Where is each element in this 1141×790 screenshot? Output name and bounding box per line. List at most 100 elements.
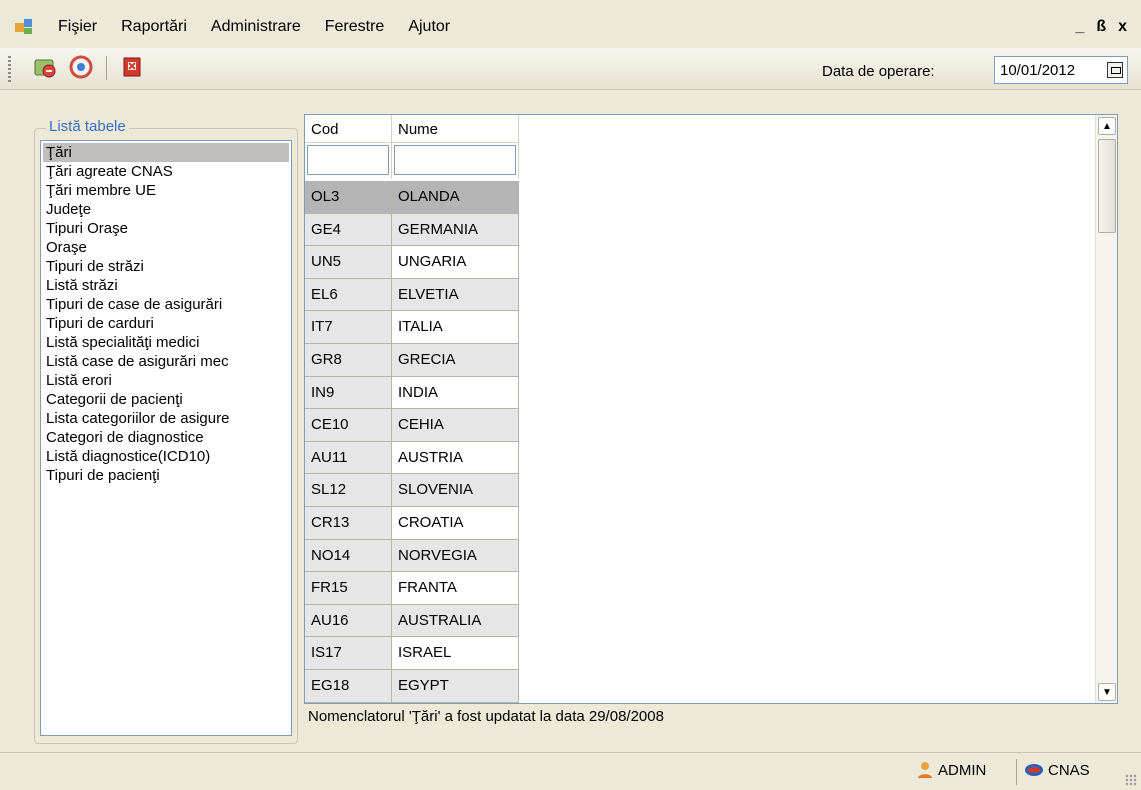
filter-nume-input[interactable] (394, 145, 516, 175)
list-item[interactable]: Judeţe (41, 200, 291, 219)
table-row[interactable]: SL12 SLOVENIA (305, 474, 519, 507)
table-row[interactable]: CE10 CEHIA (305, 409, 519, 442)
sync-icon[interactable] (68, 54, 94, 80)
cell-cod[interactable]: NO14 (305, 539, 392, 573)
menu-fisier[interactable]: Fişier (46, 18, 109, 36)
list-item[interactable]: Listă diagnostice(ICD10) (41, 447, 291, 466)
restore-button[interactable]: ß (1096, 18, 1106, 36)
list-item[interactable]: Tipuri de case de asigurări (41, 295, 291, 314)
table-row[interactable]: NO14 NORVEGIA (305, 539, 519, 573)
cell-nume[interactable]: FRANTA (392, 572, 519, 605)
list-item[interactable]: Categori de diagnostice (41, 428, 291, 447)
table-row[interactable]: AU16 AUSTRALIA (305, 604, 519, 638)
list-item[interactable]: Listă erori (41, 371, 291, 390)
cell-nume[interactable]: ISRAEL (392, 637, 519, 670)
list-item[interactable]: Tipuri de carduri (41, 314, 291, 333)
cell-nume[interactable]: CEHIA (392, 409, 519, 442)
app-icon[interactable] (14, 17, 34, 37)
status-bar: ADMIN CNAS (0, 752, 1141, 790)
cell-nume[interactable]: GERMANIA (392, 213, 519, 247)
list-item[interactable]: Ţări (43, 143, 289, 162)
refresh-icon[interactable] (32, 54, 58, 80)
cell-nume[interactable]: GRECIA (392, 343, 519, 377)
cell-cod[interactable]: IT7 (305, 311, 392, 344)
list-item[interactable]: Listă case de asigurări mec (41, 352, 291, 371)
cell-cod[interactable]: AU11 (305, 441, 392, 475)
table-row[interactable]: CR13 CROATIA (305, 506, 519, 540)
cell-nume[interactable]: UNGARIA (392, 246, 519, 279)
scroll-down-icon[interactable]: ▼ (1098, 683, 1116, 701)
list-item[interactable]: Ţări agreate CNAS (41, 162, 291, 181)
cell-cod[interactable]: IS17 (305, 637, 392, 670)
list-item[interactable]: Tipuri de pacienţi (41, 466, 291, 485)
cell-cod[interactable]: AU16 (305, 604, 392, 638)
scroll-thumb[interactable] (1098, 139, 1116, 233)
list-item[interactable]: Listă specialităţi medici (41, 333, 291, 352)
cell-nume[interactable]: SLOVENIA (392, 474, 519, 507)
menu-rapoarte[interactable]: Raportări (109, 18, 199, 36)
table-listbox[interactable]: Ţări Ţări agreate CNAS Ţări membre UE Ju… (40, 140, 292, 736)
toolbar: Data de operare: 10/01/2012 (0, 48, 1141, 90)
table-row[interactable]: EL6 ELVETIA (305, 278, 519, 312)
cell-nume[interactable]: OLANDA (392, 181, 519, 214)
cell-nume[interactable]: EGYPT (392, 669, 519, 703)
list-item[interactable]: Ţări membre UE (41, 181, 291, 200)
table-row[interactable]: IT7 ITALIA (305, 311, 519, 344)
cell-nume[interactable]: ELVETIA (392, 278, 519, 312)
cell-nume[interactable]: INDIA (392, 376, 519, 410)
cell-nume[interactable]: ITALIA (392, 311, 519, 344)
table-list-title: Listă tabele (46, 118, 129, 135)
cell-cod[interactable]: CE10 (305, 409, 392, 442)
calendar-icon[interactable] (1107, 62, 1123, 78)
cell-cod[interactable]: IN9 (305, 376, 392, 410)
menu-ferestre[interactable]: Ferestre (313, 18, 397, 36)
menu-ajutor[interactable]: Ajutor (396, 18, 462, 36)
table-row[interactable]: OL3 OLANDA (305, 181, 519, 214)
cell-cod[interactable]: FR15 (305, 572, 392, 605)
table-row[interactable]: IN9 INDIA (305, 376, 519, 410)
table-row[interactable]: IS17 ISRAEL (305, 637, 519, 670)
operating-date-picker[interactable]: 10/01/2012 (994, 56, 1128, 84)
cell-cod[interactable]: OL3 (305, 181, 392, 214)
cell-nume[interactable]: AUSTRALIA (392, 604, 519, 638)
countries-grid[interactable]: Cod Nume OL3 OLANDA GE4 GERMANIA UN5 UNGARI… (304, 114, 1118, 704)
cell-nume[interactable]: CROATIA (392, 506, 519, 540)
grid-vertical-scrollbar[interactable]: ▲ ▼ (1095, 115, 1117, 703)
close-button[interactable]: x (1118, 18, 1127, 36)
resize-grip[interactable] (1125, 774, 1137, 786)
list-item[interactable]: Lista categoriilor de asigure (41, 409, 291, 428)
table-row[interactable]: EG18 EGYPT (305, 669, 519, 703)
table-row[interactable]: FR15 FRANTA (305, 572, 519, 605)
table-row[interactable]: GR8 GRECIA (305, 343, 519, 377)
table-row[interactable]: AU11 AUSTRIA (305, 441, 519, 475)
list-item[interactable]: Categorii de pacienţi (41, 390, 291, 409)
filter-cod-input[interactable] (307, 145, 389, 175)
toolbar-separator (106, 56, 107, 80)
cell-cod[interactable]: GE4 (305, 213, 392, 247)
list-item[interactable]: Oraşe (41, 238, 291, 257)
cell-nume[interactable]: AUSTRIA (392, 441, 519, 475)
update-status-message: Nomenclatorul 'Ţări' a fost updatat la d… (308, 708, 664, 725)
list-item[interactable]: Tipuri de străzi (41, 257, 291, 276)
cell-nume[interactable]: NORVEGIA (392, 539, 519, 573)
list-item[interactable]: Tipuri Oraşe (41, 219, 291, 238)
cell-cod[interactable]: UN5 (305, 246, 392, 279)
toolbar-grip[interactable] (8, 56, 11, 82)
scroll-up-icon[interactable]: ▲ (1098, 117, 1116, 135)
column-header-cod[interactable]: Cod (305, 115, 392, 143)
cell-cod[interactable]: GR8 (305, 343, 392, 377)
minimize-button[interactable]: _ (1075, 18, 1084, 36)
list-item[interactable]: Listă străzi (41, 276, 291, 295)
current-user: ADMIN (938, 761, 987, 779)
grid-rows: OL3 OLANDA GE4 GERMANIA UN5 UNGARIA EL6 ELVE… (305, 181, 519, 703)
column-header-nume[interactable]: Nume (392, 115, 519, 143)
table-row[interactable]: UN5 UNGARIA (305, 246, 519, 279)
table-row[interactable]: GE4 GERMANIA (305, 213, 519, 247)
exit-icon[interactable] (120, 54, 146, 80)
cell-cod[interactable]: CR13 (305, 506, 392, 540)
institution-panel: CNAS (1024, 761, 1090, 779)
cell-cod[interactable]: SL12 (305, 474, 392, 507)
cell-cod[interactable]: EG18 (305, 669, 392, 703)
cell-cod[interactable]: EL6 (305, 278, 392, 312)
menu-administrare[interactable]: Administrare (199, 18, 313, 36)
